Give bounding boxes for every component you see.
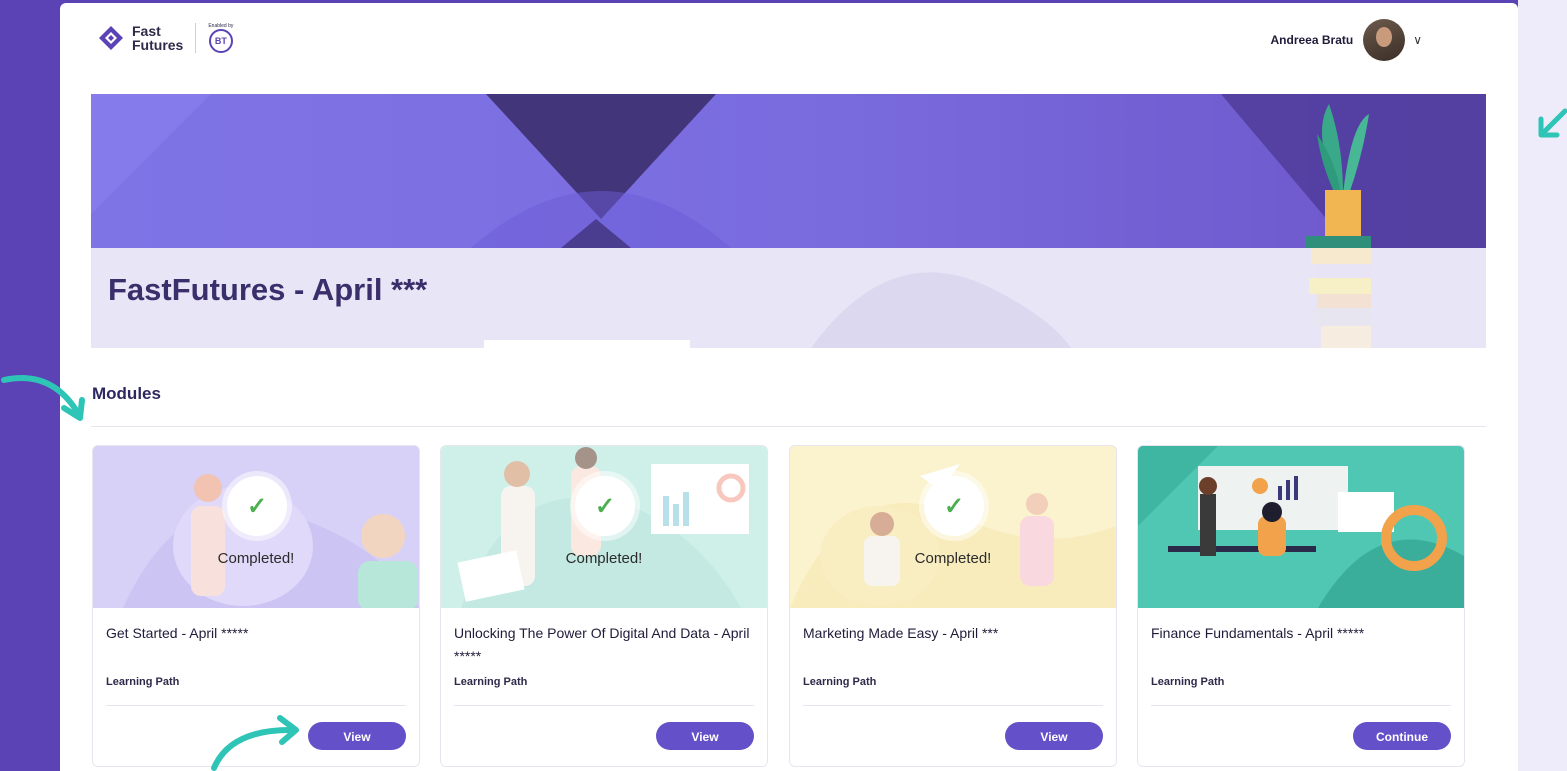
completed-label: Completed!	[217, 550, 295, 567]
bt-logo-text: BT	[208, 29, 233, 53]
module-title[interactable]: Unlocking The Power Of Digital And Data …	[454, 622, 754, 668]
module-card[interactable]: ✓ Completed! Marketing Made Easy - April…	[789, 445, 1117, 767]
logo[interactable]: Fast Futures Enabled by BT	[98, 23, 233, 53]
modules-heading: Modules	[92, 384, 161, 403]
card-divider	[454, 705, 754, 706]
module-card[interactable]: ✓ Completed! Unlocking The Power Of Digi…	[440, 445, 768, 767]
page: Fast Futures Enabled by BT Andreea Bratu…	[60, 3, 1518, 771]
view-button[interactable]: View	[656, 722, 754, 750]
module-image: ✓ Completed!	[790, 446, 1116, 608]
user-name: Andreea Bratu	[1270, 33, 1354, 47]
module-title[interactable]: Finance Fundamentals - April *****	[1151, 622, 1451, 645]
bt-logo-icon: Enabled by BT	[208, 23, 233, 53]
annotation-arrow-icon	[1538, 108, 1567, 138]
check-icon: ✓	[924, 476, 984, 536]
card-divider	[1151, 705, 1451, 706]
logo-text: Fast Futures	[132, 24, 183, 52]
plant-books-illustration	[1305, 104, 1371, 348]
annotation-arrow-icon	[1, 375, 85, 421]
module-title[interactable]: Get Started - April *****	[106, 622, 406, 645]
module-type: Learning Path	[106, 676, 180, 688]
logo-text-line2: Futures	[132, 37, 184, 53]
card-divider	[803, 705, 1103, 706]
module-card[interactable]: Finance Fundamentals - April ***** Learn…	[1137, 445, 1465, 767]
module-illustration	[1138, 446, 1464, 608]
modules-divider	[91, 426, 1486, 427]
header: Fast Futures Enabled by BT Andreea Bratu…	[60, 3, 1518, 88]
module-image: ✓ Completed!	[441, 446, 767, 608]
logo-divider	[195, 23, 197, 53]
annotation-arrow-icon	[211, 715, 299, 771]
completed-label: Completed!	[565, 550, 643, 567]
avatar[interactable]	[1363, 19, 1406, 61]
logo-text-line1: Fast	[132, 23, 161, 39]
fastfutures-logo-icon	[99, 26, 123, 50]
page-title: FastFutures - April ***	[108, 272, 428, 307]
hero-banner: FastFutures - April ***	[91, 94, 1486, 348]
view-button[interactable]: View	[1005, 722, 1103, 750]
continue-button[interactable]: Continue	[1353, 722, 1451, 750]
chevron-down-icon[interactable]: ∨	[1413, 33, 1422, 47]
check-icon: ✓	[227, 476, 287, 536]
module-title[interactable]: Marketing Made Easy - April ***	[803, 622, 1103, 645]
user-menu[interactable]: Andreea Bratu ∨	[1271, 19, 1422, 61]
module-type: Learning Path	[454, 676, 528, 688]
check-icon: ✓	[575, 476, 635, 536]
module-type: Learning Path	[1151, 676, 1225, 688]
module-type: Learning Path	[803, 676, 877, 688]
module-image: ✓ Completed!	[93, 446, 419, 608]
view-button[interactable]: View	[308, 722, 406, 750]
card-divider	[106, 705, 406, 706]
module-image	[1138, 446, 1464, 608]
completed-label: Completed!	[914, 550, 992, 567]
